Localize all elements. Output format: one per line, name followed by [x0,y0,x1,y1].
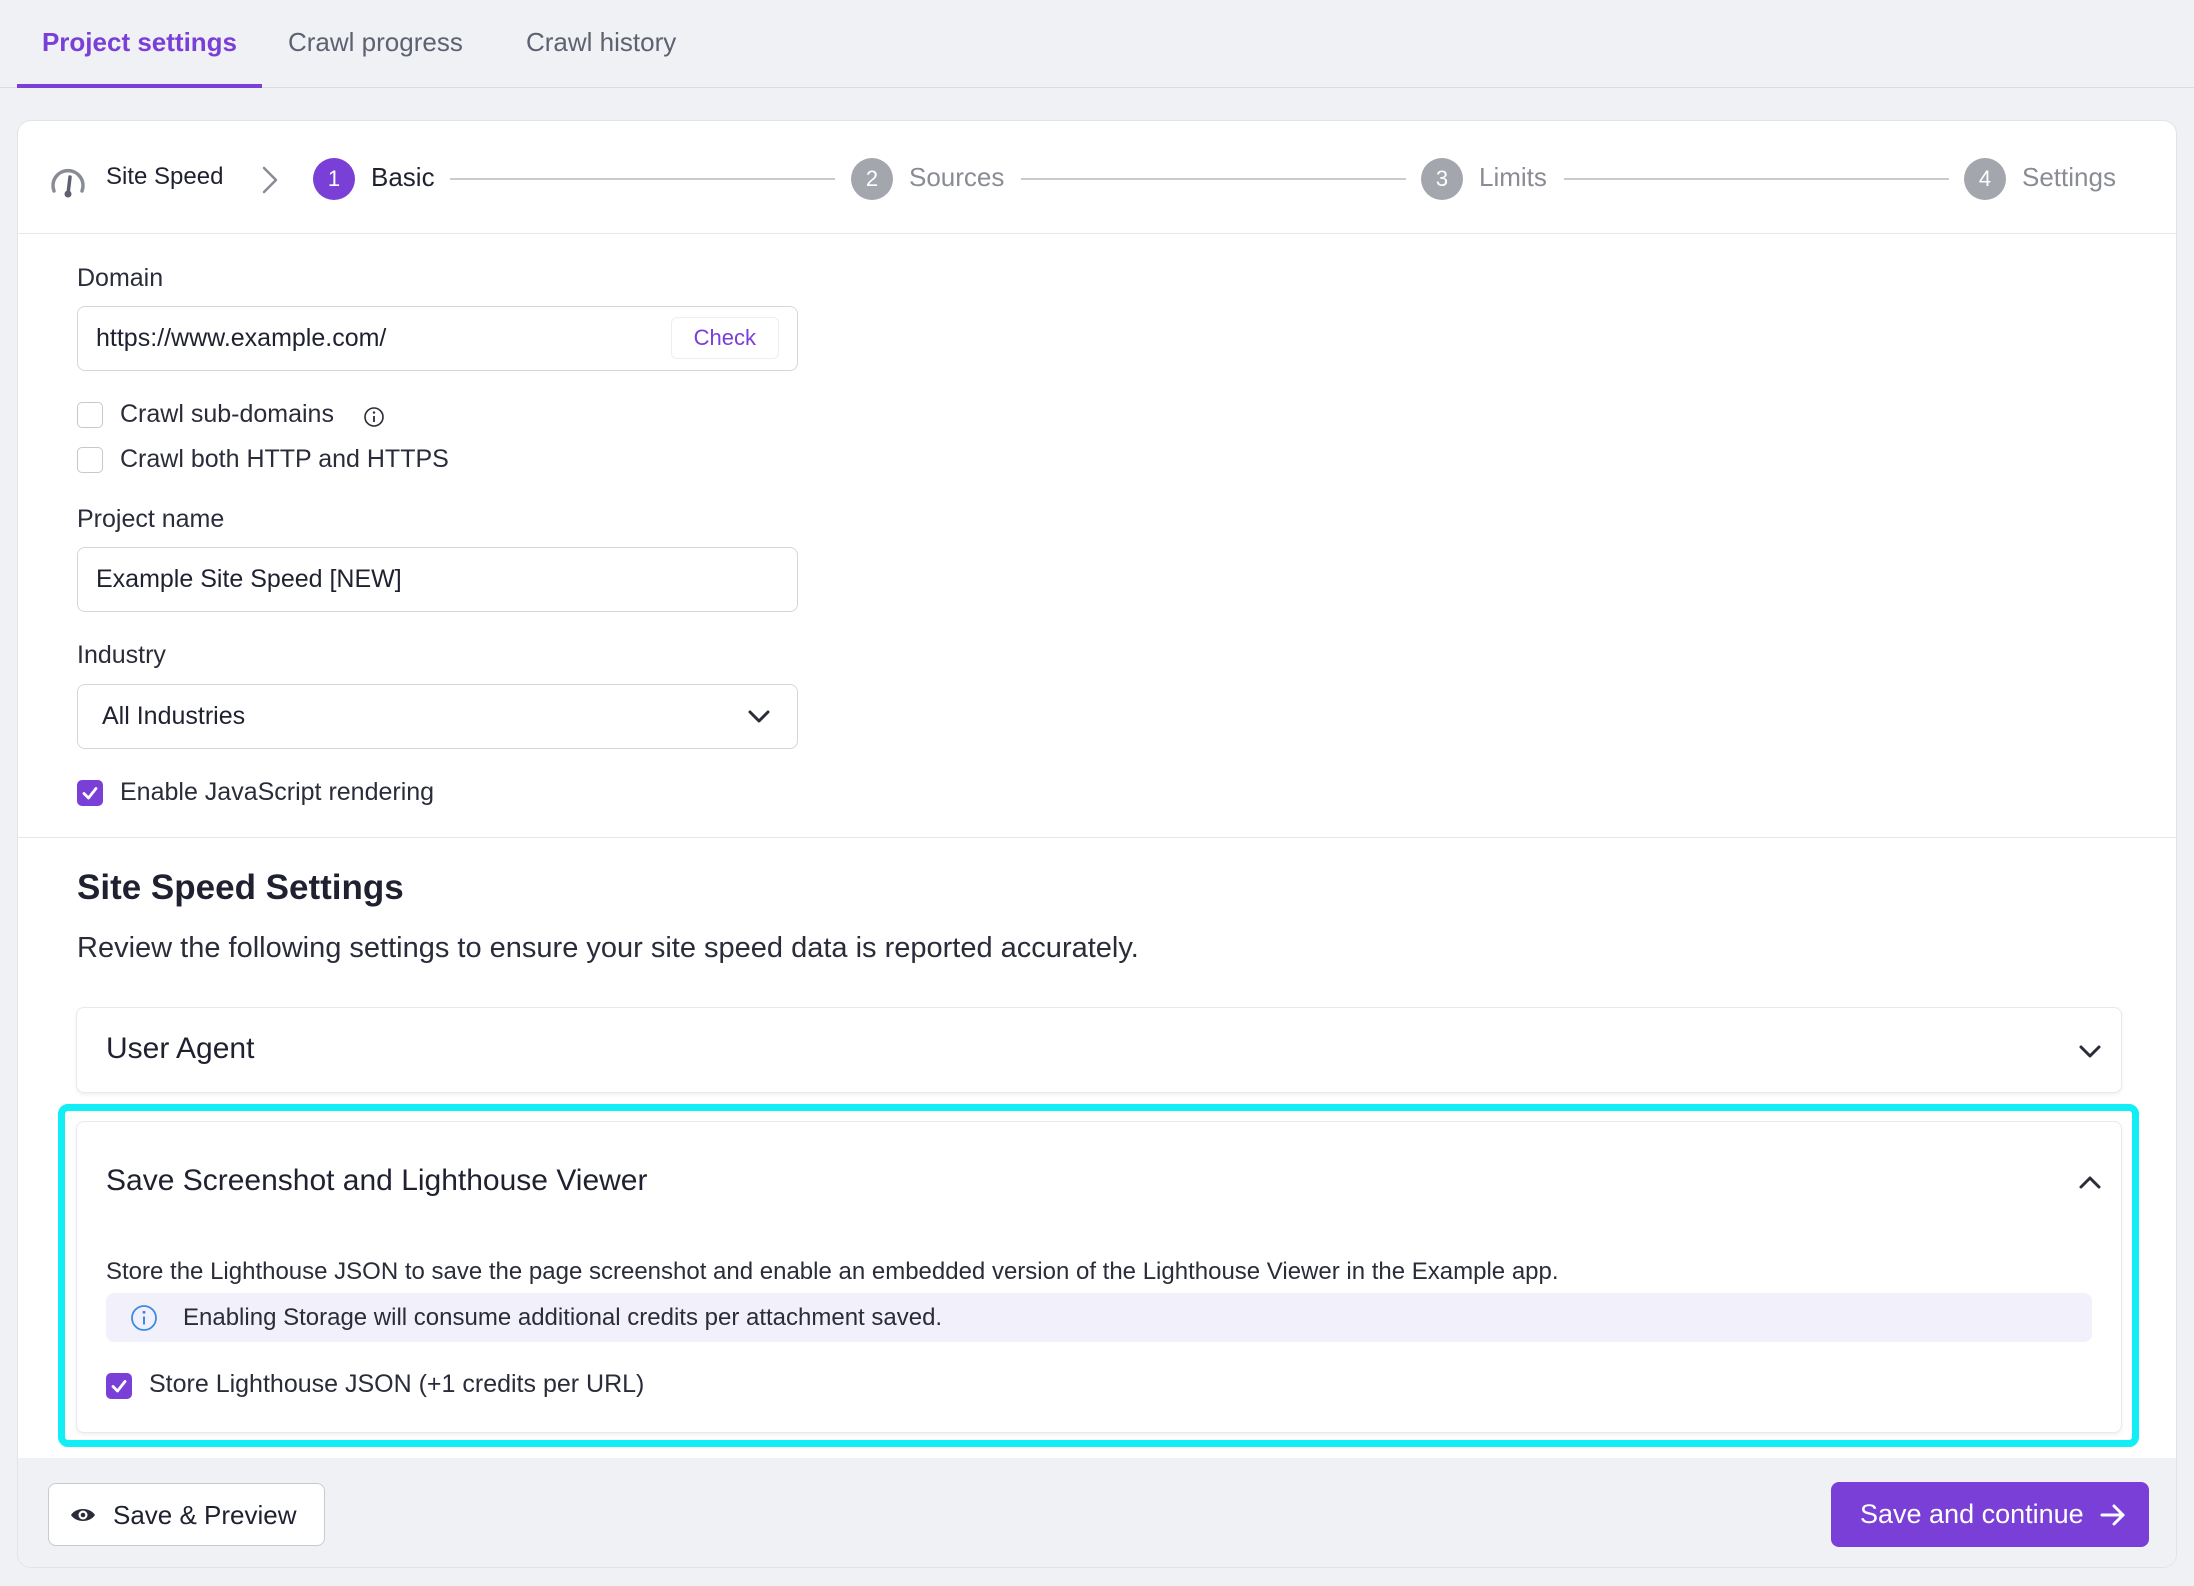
step-connector [1564,178,1949,180]
js-rendering-label: Enable JavaScript rendering [120,778,435,806]
arrow-right-icon [2100,1504,2125,1526]
domain-value: https://www.example.com/ [96,324,387,352]
step-2-number: 2 [851,158,893,200]
domain-input[interactable]: https://www.example.com/ Check [77,306,798,371]
check-icon [82,787,98,800]
project-name-input[interactable]: Example Site Speed [NEW] [77,547,798,612]
save-continue-button[interactable]: Save and continue [1831,1482,2149,1547]
tab-project-settings[interactable]: Project settings [17,0,262,88]
step-2-label[interactable]: Sources [909,162,1004,193]
chevron-down-icon [2079,1045,2101,1058]
lighthouse-description: Store the Lighthouse JSON to save the pa… [106,1258,1559,1285]
tab-crawl-progress[interactable]: Crawl progress [288,0,463,88]
info-icon [131,1305,157,1331]
step-3-number: 3 [1421,158,1463,200]
chevron-up-icon[interactable] [2075,1170,2105,1194]
user-agent-accordion[interactable]: User Agent [76,1007,2122,1093]
step-4-label[interactable]: Settings [2022,162,2116,193]
site-speed-description: Review the following settings to ensure … [77,932,1139,964]
crawl-subdomains-label: Crawl sub-domains [120,400,334,428]
crawl-both-checkbox[interactable] [77,447,103,473]
section-divider [18,837,2176,838]
project-type-label: Site Speed [106,163,224,190]
project-name-value: Example Site Speed [NEW] [96,565,402,593]
chevron-down-icon [748,710,770,723]
check-icon [111,1380,127,1393]
check-button[interactable]: Check [670,317,779,359]
site-speed-heading: Site Speed Settings [77,868,404,907]
crawl-subdomains-checkbox[interactable] [77,402,103,428]
notice-text: Enabling Storage will consume additional… [183,1304,943,1331]
credits-notice: Enabling Storage will consume additional… [106,1293,2092,1342]
tab-bar: Project settings Crawl progress Crawl hi… [0,0,2194,88]
js-rendering-checkbox[interactable] [77,780,103,806]
eye-icon [71,1509,95,1521]
footer-bar: Save & Preview Save and continue [18,1458,2176,1567]
industry-label: Industry [77,641,166,669]
save-continue-label: Save and continue [1860,1499,2084,1529]
step-3-label[interactable]: Limits [1479,162,1547,193]
step-connector [450,178,835,180]
lighthouse-accordion: Save Screenshot and Lighthouse Viewer St… [76,1121,2122,1433]
industry-value: All Industries [102,702,246,730]
step-1-number: 1 [313,158,355,200]
step-4-number: 4 [1964,158,2006,200]
user-agent-title: User Agent [106,1032,255,1065]
save-preview-button[interactable]: Save & Preview [48,1483,325,1546]
crawl-both-label: Crawl both HTTP and HTTPS [120,445,449,473]
store-json-label: Store Lighthouse JSON (+1 credits per UR… [149,1370,645,1398]
info-icon[interactable] [363,406,385,428]
stepper: Site Speed 1 Basic 2 Sources 3 Limits 4 … [18,121,2176,234]
settings-card: Site Speed 1 Basic 2 Sources 3 Limits 4 … [17,120,2177,1568]
step-1-label[interactable]: Basic [371,162,435,193]
gauge-icon [51,168,85,198]
industry-select[interactable]: All Industries [77,684,798,749]
tab-crawl-history[interactable]: Crawl history [526,0,676,88]
chevron-right-icon [262,166,278,194]
store-json-checkbox[interactable] [106,1373,132,1399]
step-connector [1021,178,1406,180]
save-preview-label: Save & Preview [113,1500,297,1530]
domain-label: Domain [77,264,164,292]
lighthouse-title[interactable]: Save Screenshot and Lighthouse Viewer [106,1164,647,1198]
project-name-label: Project name [77,505,225,533]
